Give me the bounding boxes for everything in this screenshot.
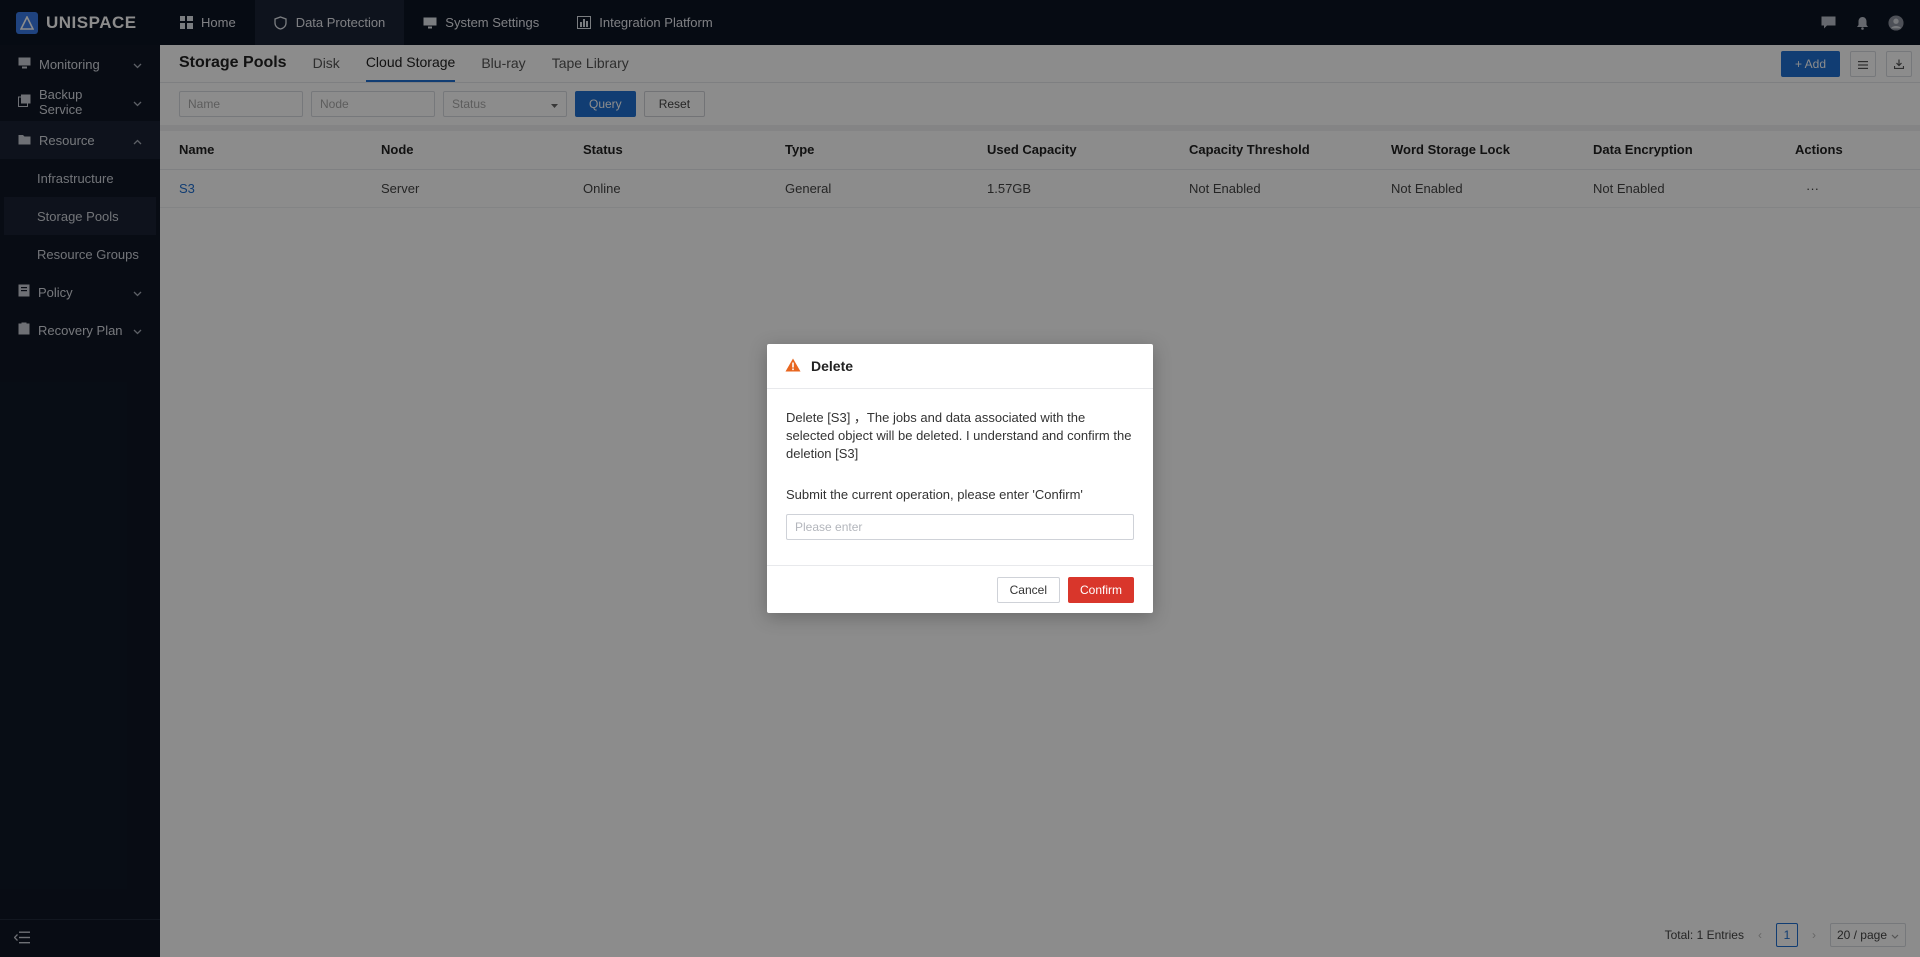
dialog-body: Delete [S3] ，The jobs and data associate… xyxy=(767,389,1153,540)
dialog-prompt: Submit the current operation, please ent… xyxy=(786,487,1083,502)
confirm-button[interactable]: Confirm xyxy=(1067,576,1134,603)
dialog-header: Delete xyxy=(767,344,1153,389)
cancel-button[interactable]: Cancel xyxy=(996,576,1060,603)
dialog-title: Delete xyxy=(811,358,854,374)
confirm-text-input[interactable] xyxy=(786,514,1134,540)
delete-dialog: Delete Delete [S3] ，The jobs and data as… xyxy=(767,344,1153,613)
warning-icon xyxy=(785,358,801,375)
dialog-message: Delete [S3] ，The jobs and data associate… xyxy=(786,410,1132,461)
dialog-footer: Cancel Confirm xyxy=(767,565,1153,613)
